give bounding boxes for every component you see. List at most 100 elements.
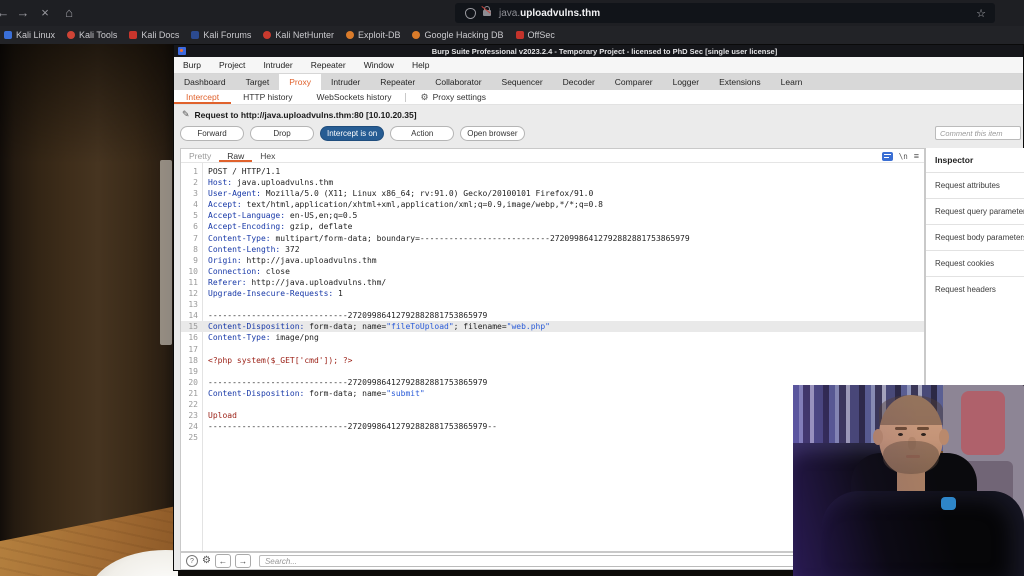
bookmark-label: Kali Docs xyxy=(141,30,180,40)
browser-toolbar: ← → × ⌂ java. uploadvulns.thm ☆ xyxy=(0,0,1024,26)
request-line-13: 13 xyxy=(181,299,924,310)
editor-view-tabs: Pretty Raw Hex xyxy=(181,149,924,163)
line-content: -----------------------------27209986412… xyxy=(208,311,488,321)
back-icon[interactable]: ← xyxy=(0,4,12,22)
tab-proxy[interactable]: Proxy xyxy=(279,74,321,90)
tab-comparer[interactable]: Comparer xyxy=(605,74,663,90)
newline-toggle-icon[interactable]: \n xyxy=(899,152,908,161)
exploit-db-icon xyxy=(345,31,354,39)
tab-dashboard[interactable]: Dashboard xyxy=(174,74,236,90)
home-icon[interactable]: ⌂ xyxy=(60,4,78,22)
open-browser-button[interactable]: Open browser xyxy=(460,126,525,141)
bookmark-offsec[interactable]: OffSec xyxy=(515,30,555,40)
burp-title-bar[interactable]: Burp Suite Professional v2023.2.4 - Temp… xyxy=(174,45,1023,57)
bookmark-kali-forums[interactable]: Kali Forums xyxy=(191,30,251,40)
search-settings-gear-icon[interactable]: ⚙ xyxy=(202,556,211,566)
bookmark-kali-linux[interactable]: Kali Linux xyxy=(4,30,55,40)
tab-repeater[interactable]: Repeater xyxy=(370,74,425,90)
editor-tab-hex[interactable]: Hex xyxy=(252,149,283,162)
line-number: 22 xyxy=(188,399,198,409)
line-content: Referer: http://java.uploadvulns.thm/ xyxy=(208,277,387,287)
request-line-3: 3 User-Agent: Mozilla/5.0 (X11; Linux x86… xyxy=(181,188,924,199)
line-number: 18 xyxy=(188,355,198,365)
bookmark-label: Kali NetHunter xyxy=(275,30,334,40)
bookmark-label: Google Hacking DB xyxy=(424,30,504,40)
subtab-websockets-history[interactable]: WebSockets history xyxy=(305,90,404,104)
tab-sequencer[interactable]: Sequencer xyxy=(492,74,553,90)
line-content: Upgrade-Insecure-Requests: 1 xyxy=(208,289,343,299)
request-line-7: 7 Content-Type: multipart/form-data; boun… xyxy=(181,233,924,244)
search-prev-button[interactable]: ← xyxy=(214,554,231,568)
line-content: -----------------------------27209986412… xyxy=(208,377,488,387)
tab-intruder[interactable]: Intruder xyxy=(321,74,370,90)
bookmark-google-hacking-db[interactable]: Google Hacking DB xyxy=(412,30,504,40)
forward-icon[interactable]: → xyxy=(14,4,32,22)
line-number: 12 xyxy=(188,289,198,299)
request-line-19: 19 xyxy=(181,366,924,377)
line-content: -----------------------------27209986412… xyxy=(208,422,497,432)
bookmark-label: Exploit-DB xyxy=(357,30,401,40)
request-line-2: 2 Host: java.uploadvulns.thm xyxy=(181,177,924,188)
line-number: 25 xyxy=(188,433,198,443)
editor-menu-icon[interactable]: ≡ xyxy=(914,151,919,161)
inspector-section-request-cookies[interactable]: Request cookies xyxy=(926,250,1024,276)
tab-extensions[interactable]: Extensions xyxy=(709,74,771,90)
line-number: 8 xyxy=(193,244,198,254)
menu-repeater[interactable]: Repeater xyxy=(302,60,355,70)
menu-window[interactable]: Window xyxy=(355,60,403,70)
editor-tab-pretty[interactable]: Pretty xyxy=(181,149,219,162)
insecure-lock-icon[interactable] xyxy=(483,6,491,16)
menu-help[interactable]: Help xyxy=(403,60,438,70)
inspector-section-request-body-parameters[interactable]: Request body parameters xyxy=(926,224,1024,250)
subtab-proxy-settings[interactable]: ⚙ Proxy settings xyxy=(408,90,497,104)
search-next-button[interactable]: → xyxy=(234,554,251,568)
pencil-icon[interactable]: ✎ xyxy=(182,109,190,120)
forward-button[interactable]: Forward xyxy=(180,126,244,141)
bookmark-kali-nethunter[interactable]: Kali NetHunter xyxy=(263,30,334,40)
tab-learn[interactable]: Learn xyxy=(771,74,813,90)
offsec-icon xyxy=(515,31,524,39)
line-content: Content-Disposition: form-data; name="su… xyxy=(208,388,425,398)
subtab-http-history[interactable]: HTTP history xyxy=(231,90,304,104)
tab-target[interactable]: Target xyxy=(236,74,280,90)
menu-burp[interactable]: Burp xyxy=(174,60,210,70)
inspector-sections: Request attributes Request query paramete… xyxy=(926,172,1024,302)
inspector-section-request-query-parameters[interactable]: Request query parameters xyxy=(926,198,1024,224)
intercept-is-on-button[interactable]: Intercept is on xyxy=(320,126,385,141)
line-content: Content-Type: image/png xyxy=(208,333,319,343)
line-content: Content-Type: multipart/form-data; bound… xyxy=(208,233,690,243)
line-number: 10 xyxy=(188,266,198,276)
bookmark-star-icon[interactable]: ☆ xyxy=(976,7,986,20)
bookmark-label: Kali Forums xyxy=(203,30,252,40)
url-bar[interactable]: java. uploadvulns.thm ☆ xyxy=(455,3,995,23)
menu-project[interactable]: Project xyxy=(210,60,254,70)
subtab-label: WebSockets history xyxy=(316,92,392,102)
line-content xyxy=(202,366,208,377)
request-line-14: 14 -----------------------------272099864… xyxy=(181,310,924,321)
shield-icon[interactable] xyxy=(465,7,476,19)
action-button[interactable]: Action xyxy=(390,126,455,141)
bookmark-exploit-db[interactable]: Exploit-DB xyxy=(345,30,401,40)
close-icon[interactable]: × xyxy=(36,4,54,22)
help-icon[interactable]: ? xyxy=(186,555,198,567)
tab-collaborator[interactable]: Collaborator xyxy=(425,74,491,90)
bookmark-kali-docs[interactable]: Kali Docs xyxy=(129,30,179,40)
editor-tab-raw[interactable]: Raw xyxy=(219,149,252,162)
menu-intruder[interactable]: Intruder xyxy=(254,60,301,70)
request-line-5: 5 Accept-Language: en-US,en;q=0.5 xyxy=(181,210,924,221)
drop-button[interactable]: Drop xyxy=(250,126,314,141)
proxy-subtabs: Intercept HTTP history WebSockets history ⚙… xyxy=(174,90,1023,105)
line-content: POST / HTTP/1.1 xyxy=(208,167,281,176)
tab-decoder[interactable]: Decoder xyxy=(553,74,605,90)
request-info-text: Request to http://java.uploadvulns.thm:8… xyxy=(194,109,417,120)
tab-logger[interactable]: Logger xyxy=(663,74,709,90)
inspector-section-request-headers[interactable]: Request headers xyxy=(926,276,1024,302)
line-content: Host: java.uploadvulns.thm xyxy=(208,178,334,188)
subtab-label: HTTP history xyxy=(243,92,293,102)
comment-input[interactable] xyxy=(935,126,1021,140)
bookmark-kali-tools[interactable]: Kali Tools xyxy=(67,30,117,40)
subtab-intercept[interactable]: Intercept xyxy=(174,90,231,104)
inspector-section-request-attributes[interactable]: Request attributes xyxy=(926,172,1024,198)
request-line-16: 16 Content-Type: image/png xyxy=(181,332,924,343)
wrap-toggle-icon[interactable] xyxy=(881,151,893,161)
